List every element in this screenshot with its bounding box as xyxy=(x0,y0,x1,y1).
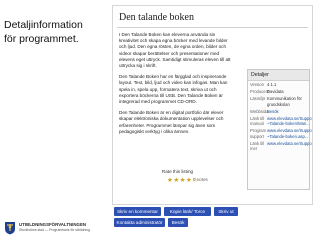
vote-count: 0 votes xyxy=(193,177,208,182)
program-description: I Den Talande Boken kan eleverna använda… xyxy=(119,32,236,140)
details-key: Länk till mer xyxy=(250,140,265,152)
details-key: Version xyxy=(250,82,264,87)
manual-link[interactable]: www.elevdata.se/Support/f ~Talande-boken… xyxy=(267,116,312,126)
details-key: Länk till manual xyxy=(250,116,265,127)
details-key: Producent xyxy=(250,89,270,95)
details-key: Läsmiljö xyxy=(250,96,266,102)
more-link[interactable]: www.elevdata.se/Support/f xyxy=(267,141,312,151)
caption-line-1: Detaljinformation xyxy=(4,19,83,31)
description-paragraph: I Den Talande Boken kan eleverna använda… xyxy=(119,32,231,69)
program-window: Den talande boken I Den Talande Boken ka… xyxy=(112,5,313,205)
details-panel: Detaljer Version 4.1.1 Producent Davidat… xyxy=(247,69,312,190)
details-row: Läsmiljö Kommunikation för grundskolan xyxy=(248,95,309,107)
details-heading: Detaljer xyxy=(248,70,309,81)
details-value: Kommunikation för grundskolan xyxy=(267,96,302,107)
organization-logo: UTBILDNINGSFÖRVALTNINGEN Stockholms stad… xyxy=(4,220,104,236)
website-link[interactable]: Besök xyxy=(267,109,307,114)
details-key: Webbsida xyxy=(250,108,269,114)
description-paragraph: Den Talande Boken är en digital portfoli… xyxy=(119,110,224,134)
print-button[interactable]: Skriv ut xyxy=(214,207,238,216)
support-link[interactable]: www.elevdata.se/Support/f ~Talande-boken… xyxy=(267,128,312,138)
caption: Detaljinformation för programmet. xyxy=(4,18,110,46)
details-row: Version 4.1.1 xyxy=(248,81,309,88)
details-value: 4.1.1 xyxy=(267,82,277,87)
caption-line-2: för programmet. xyxy=(4,33,79,45)
description-paragraph: Den Talande Boken har en färgglad och in… xyxy=(119,74,228,105)
contact-admin-button[interactable]: Kontakta administratör xyxy=(114,218,165,227)
logo-name: UTBILDNINGSFÖRVALTNINGEN xyxy=(19,222,87,227)
logo-subtitle: Stockholms stad — Programbank för utbild… xyxy=(19,228,90,232)
rate-label: Rate this listing xyxy=(161,169,194,174)
title-divider xyxy=(117,27,308,28)
program-title: Den talande boken xyxy=(119,12,194,23)
details-row: Producent Davidata xyxy=(248,88,309,95)
details-key: Program support xyxy=(250,128,267,139)
details-row: Länk till manual www.elevdata.se/Support… xyxy=(248,115,312,127)
stockholm-crest-icon xyxy=(5,222,15,235)
visit-button[interactable]: Besök xyxy=(168,218,188,227)
copy-link-button[interactable]: Kopie länk/ Torce xyxy=(164,207,211,216)
details-value: Davidata xyxy=(267,89,284,95)
details-row: Länk till mer www.elevdata.se/Support/f xyxy=(248,140,312,152)
details-row: Webbsida Besök xyxy=(248,108,309,115)
details-row: Program support www.elevdata.se/Support/… xyxy=(248,127,312,139)
write-comment-button[interactable]: Skriv en kommentar xyxy=(114,207,161,216)
